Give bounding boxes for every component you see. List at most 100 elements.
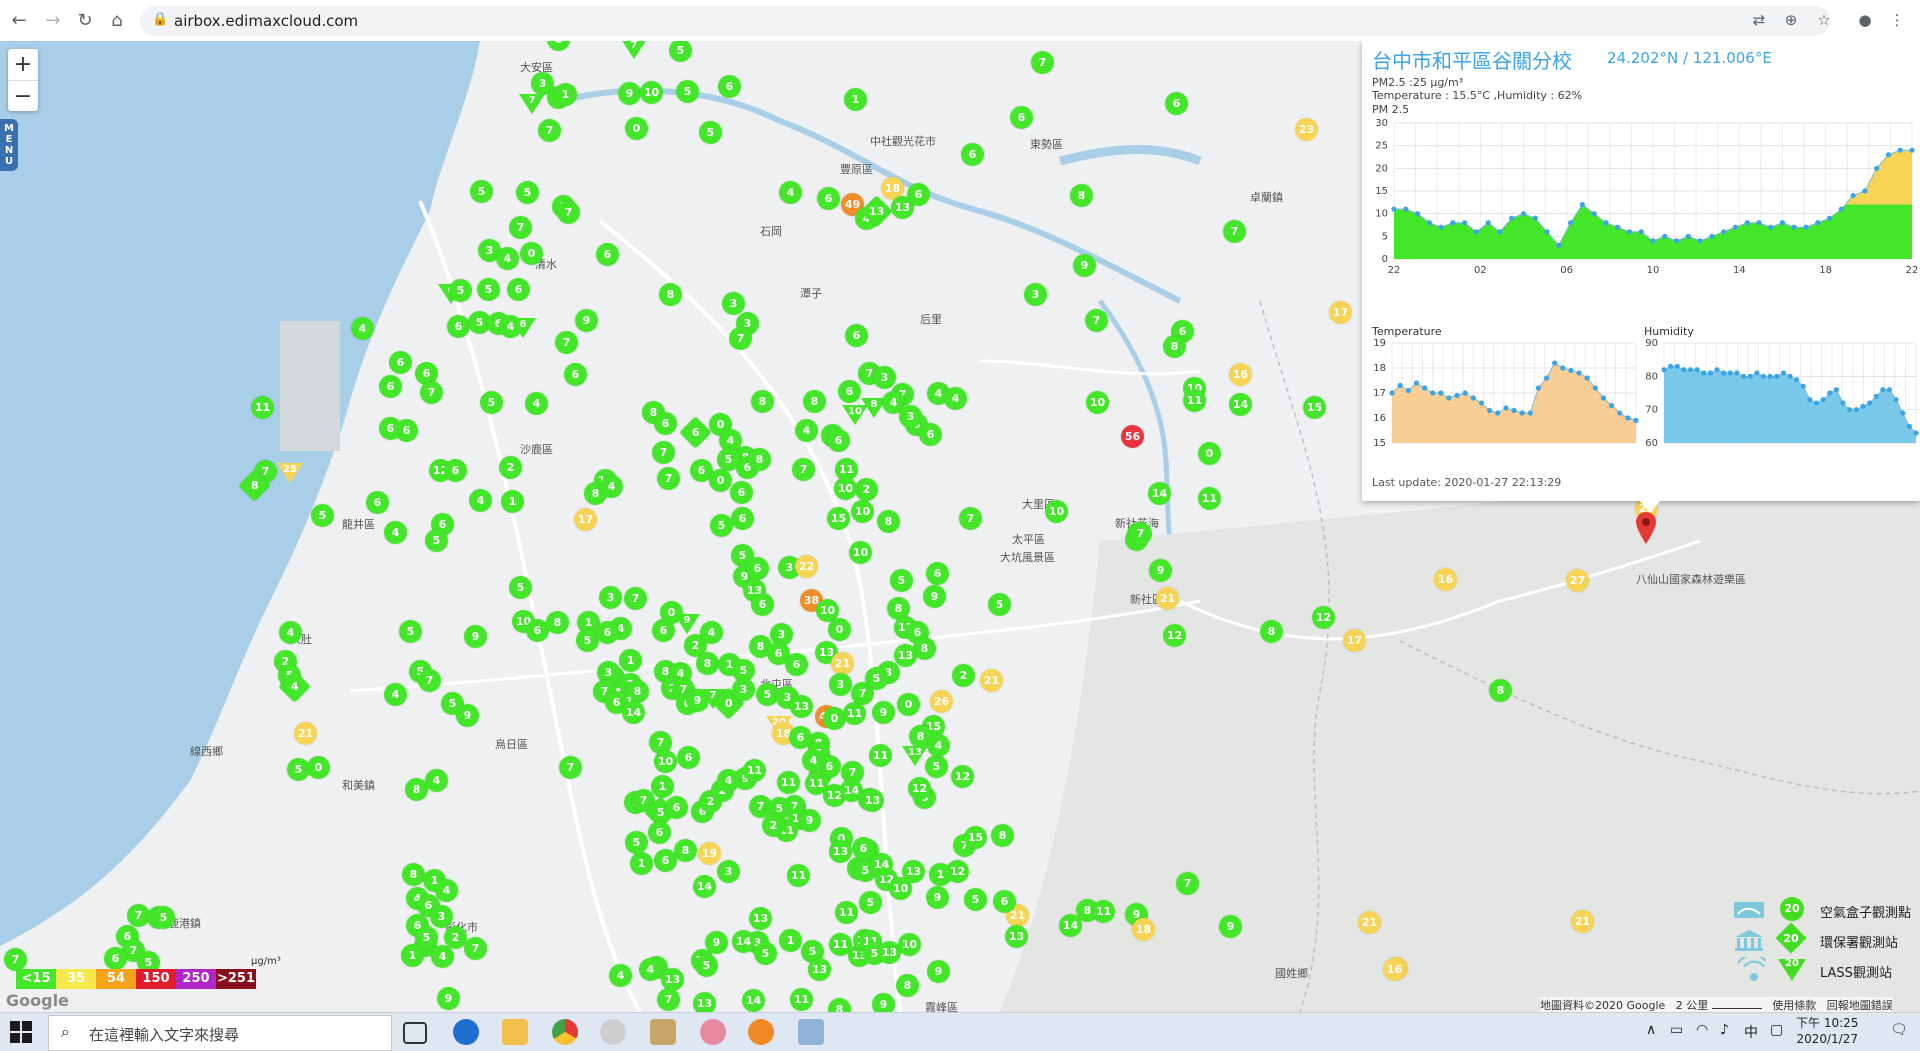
station-marker[interactable]: 9 <box>923 585 946 608</box>
station-marker[interactable]: 13 <box>894 644 917 667</box>
terms-link[interactable]: 使用條款 <box>1772 999 1816 1012</box>
ime-mode-icon[interactable]: ▢ <box>1770 1022 1783 1038</box>
station-marker[interactable]: 4 <box>609 964 632 987</box>
station-marker[interactable]: 9 <box>1073 254 1096 277</box>
station-marker[interactable]: 17 <box>1343 629 1366 652</box>
station-marker[interactable]: 3 <box>599 586 622 609</box>
station-marker[interactable]: 12 <box>908 777 931 800</box>
tray-arrow-icon[interactable]: ∧ <box>1646 1022 1656 1038</box>
station-marker[interactable]: 16 <box>1229 363 1252 386</box>
station-marker[interactable]: 8 <box>402 863 425 886</box>
back-arrow-icon[interactable]: ← <box>6 8 32 34</box>
station-marker[interactable]: 6 <box>665 796 688 819</box>
station-marker[interactable]: 10 <box>654 750 677 773</box>
station-marker[interactable]: 16 <box>1434 568 1457 591</box>
station-marker[interactable]: 3 <box>899 405 922 428</box>
station-marker[interactable]: 5 <box>509 576 532 599</box>
station-marker[interactable]: 10 <box>851 500 874 523</box>
station-marker[interactable]: 4 <box>279 621 302 644</box>
station-marker[interactable]: 7 <box>4 948 27 971</box>
station-marker[interactable]: 3 <box>732 678 755 701</box>
station-marker[interactable]: 6 <box>827 429 850 452</box>
station-marker[interactable]: 21 <box>1571 910 1594 933</box>
station-marker[interactable]: 8 <box>674 839 697 862</box>
station-marker[interactable]: 5 <box>710 514 733 537</box>
station-marker[interactable]: 5 <box>890 569 913 592</box>
station-marker[interactable]: 13 <box>749 907 772 930</box>
station-marker[interactable]: 10 <box>842 405 868 425</box>
map-canvas[interactable]: 大安區清水沙鹿區龍井區大肚烏日區和美鎮線西鄉鹿港鎮彰化市大里區太平區北屯區東勢區… <box>0 41 1920 1012</box>
ime-indicator[interactable]: 中 <box>1744 1022 1758 1042</box>
station-marker[interactable]: 15 <box>827 507 850 530</box>
wifi-icon[interactable]: ◠ <box>1696 1022 1708 1038</box>
station-marker[interactable]: 21 <box>1156 587 1179 610</box>
station-marker[interactable]: 0 <box>307 756 330 779</box>
edge-browser-icon[interactable] <box>453 1019 479 1045</box>
station-marker[interactable]: 27 <box>1566 569 1589 592</box>
station-marker[interactable]: 7 <box>559 756 582 779</box>
station-marker[interactable]: 6 <box>648 821 671 844</box>
station-marker[interactable]: 5 <box>754 942 777 965</box>
station-marker[interactable]: 1 <box>501 490 524 513</box>
profile-icon[interactable]: ● <box>1854 9 1876 31</box>
station-marker[interactable]: 6 <box>731 507 754 530</box>
station-marker[interactable]: 6 <box>510 318 536 338</box>
station-marker[interactable]: 0 <box>1198 442 1221 465</box>
station-marker[interactable]: 4 <box>496 247 519 270</box>
station-marker[interactable]: 4 <box>431 945 454 968</box>
station-marker[interactable]: 12 <box>1163 624 1186 647</box>
station-marker[interactable]: 11 <box>805 772 828 795</box>
app-window-icon[interactable] <box>798 1019 824 1045</box>
station-marker[interactable]: 6 <box>993 890 1016 913</box>
station-marker[interactable]: 14 <box>732 930 755 953</box>
station-marker[interactable]: 4 <box>639 958 662 981</box>
station-marker[interactable]: 7 <box>624 587 647 610</box>
station-marker[interactable]: 4 <box>802 749 825 772</box>
station-marker[interactable]: 13 <box>902 746 928 766</box>
battery-icon[interactable]: ▭ <box>1670 1022 1683 1038</box>
station-marker[interactable]: 7 <box>555 331 578 354</box>
station-marker[interactable]: 11 <box>743 759 766 782</box>
station-marker[interactable]: 11 <box>790 988 813 1011</box>
station-marker[interactable]: 5 <box>925 755 948 778</box>
report-error-link[interactable]: 回報地圖錯誤 <box>1827 999 1893 1012</box>
station-marker[interactable]: 8 <box>751 390 774 413</box>
station-marker[interactable]: 0 <box>520 242 543 265</box>
station-marker[interactable]: 8 <box>1070 184 1093 207</box>
station-marker[interactable]: 6 <box>596 243 619 266</box>
station-marker[interactable]: 6 <box>444 459 467 482</box>
station-marker[interactable]: 4 <box>435 879 458 902</box>
station-marker[interactable]: 1 <box>929 863 952 886</box>
station-marker[interactable]: 8 <box>1489 679 1512 702</box>
station-marker[interactable]: 6 <box>1165 92 1188 115</box>
station-marker[interactable]: 5 <box>311 504 334 527</box>
home-icon[interactable]: ⌂ <box>104 8 130 34</box>
station-marker[interactable]: 6 <box>845 324 868 347</box>
app-paint-icon[interactable] <box>700 1019 726 1045</box>
station-marker[interactable]: 5 <box>415 926 438 949</box>
station-marker[interactable]: 11 <box>777 771 800 794</box>
station-marker[interactable]: 7 <box>538 119 561 142</box>
station-marker[interactable]: 4 <box>717 769 740 792</box>
station-marker[interactable]: 11 <box>835 901 858 924</box>
station-marker[interactable]: 6 <box>379 417 402 440</box>
station-marker[interactable]: 6 <box>447 315 470 338</box>
station-marker[interactable]: 5 <box>865 667 888 690</box>
station-marker[interactable]: 4 <box>700 621 723 644</box>
volume-icon[interactable]: ♪ <box>1720 1022 1729 1038</box>
zoom-out-button[interactable]: − <box>8 81 38 112</box>
task-view-icon[interactable] <box>403 1022 427 1044</box>
station-marker[interactable]: 18 <box>1132 918 1155 941</box>
station-marker[interactable]: 26 <box>930 690 953 713</box>
app-animal-icon[interactable] <box>650 1019 676 1045</box>
station-marker[interactable]: 6 <box>564 363 587 386</box>
station-marker[interactable]: 4 <box>944 387 967 410</box>
station-marker[interactable]: 5 <box>695 954 718 977</box>
station-marker[interactable]: 7 <box>509 216 532 239</box>
station-marker[interactable]: 5 <box>449 279 472 302</box>
station-marker[interactable]: 8 <box>1163 335 1186 358</box>
station-marker[interactable]: 8 <box>877 510 900 533</box>
address-bar[interactable]: 🔒 airbox.edimaxcloud.com <box>140 6 1830 36</box>
station-marker[interactable]: 22 <box>795 555 818 578</box>
station-marker[interactable]: 6 <box>654 412 677 435</box>
